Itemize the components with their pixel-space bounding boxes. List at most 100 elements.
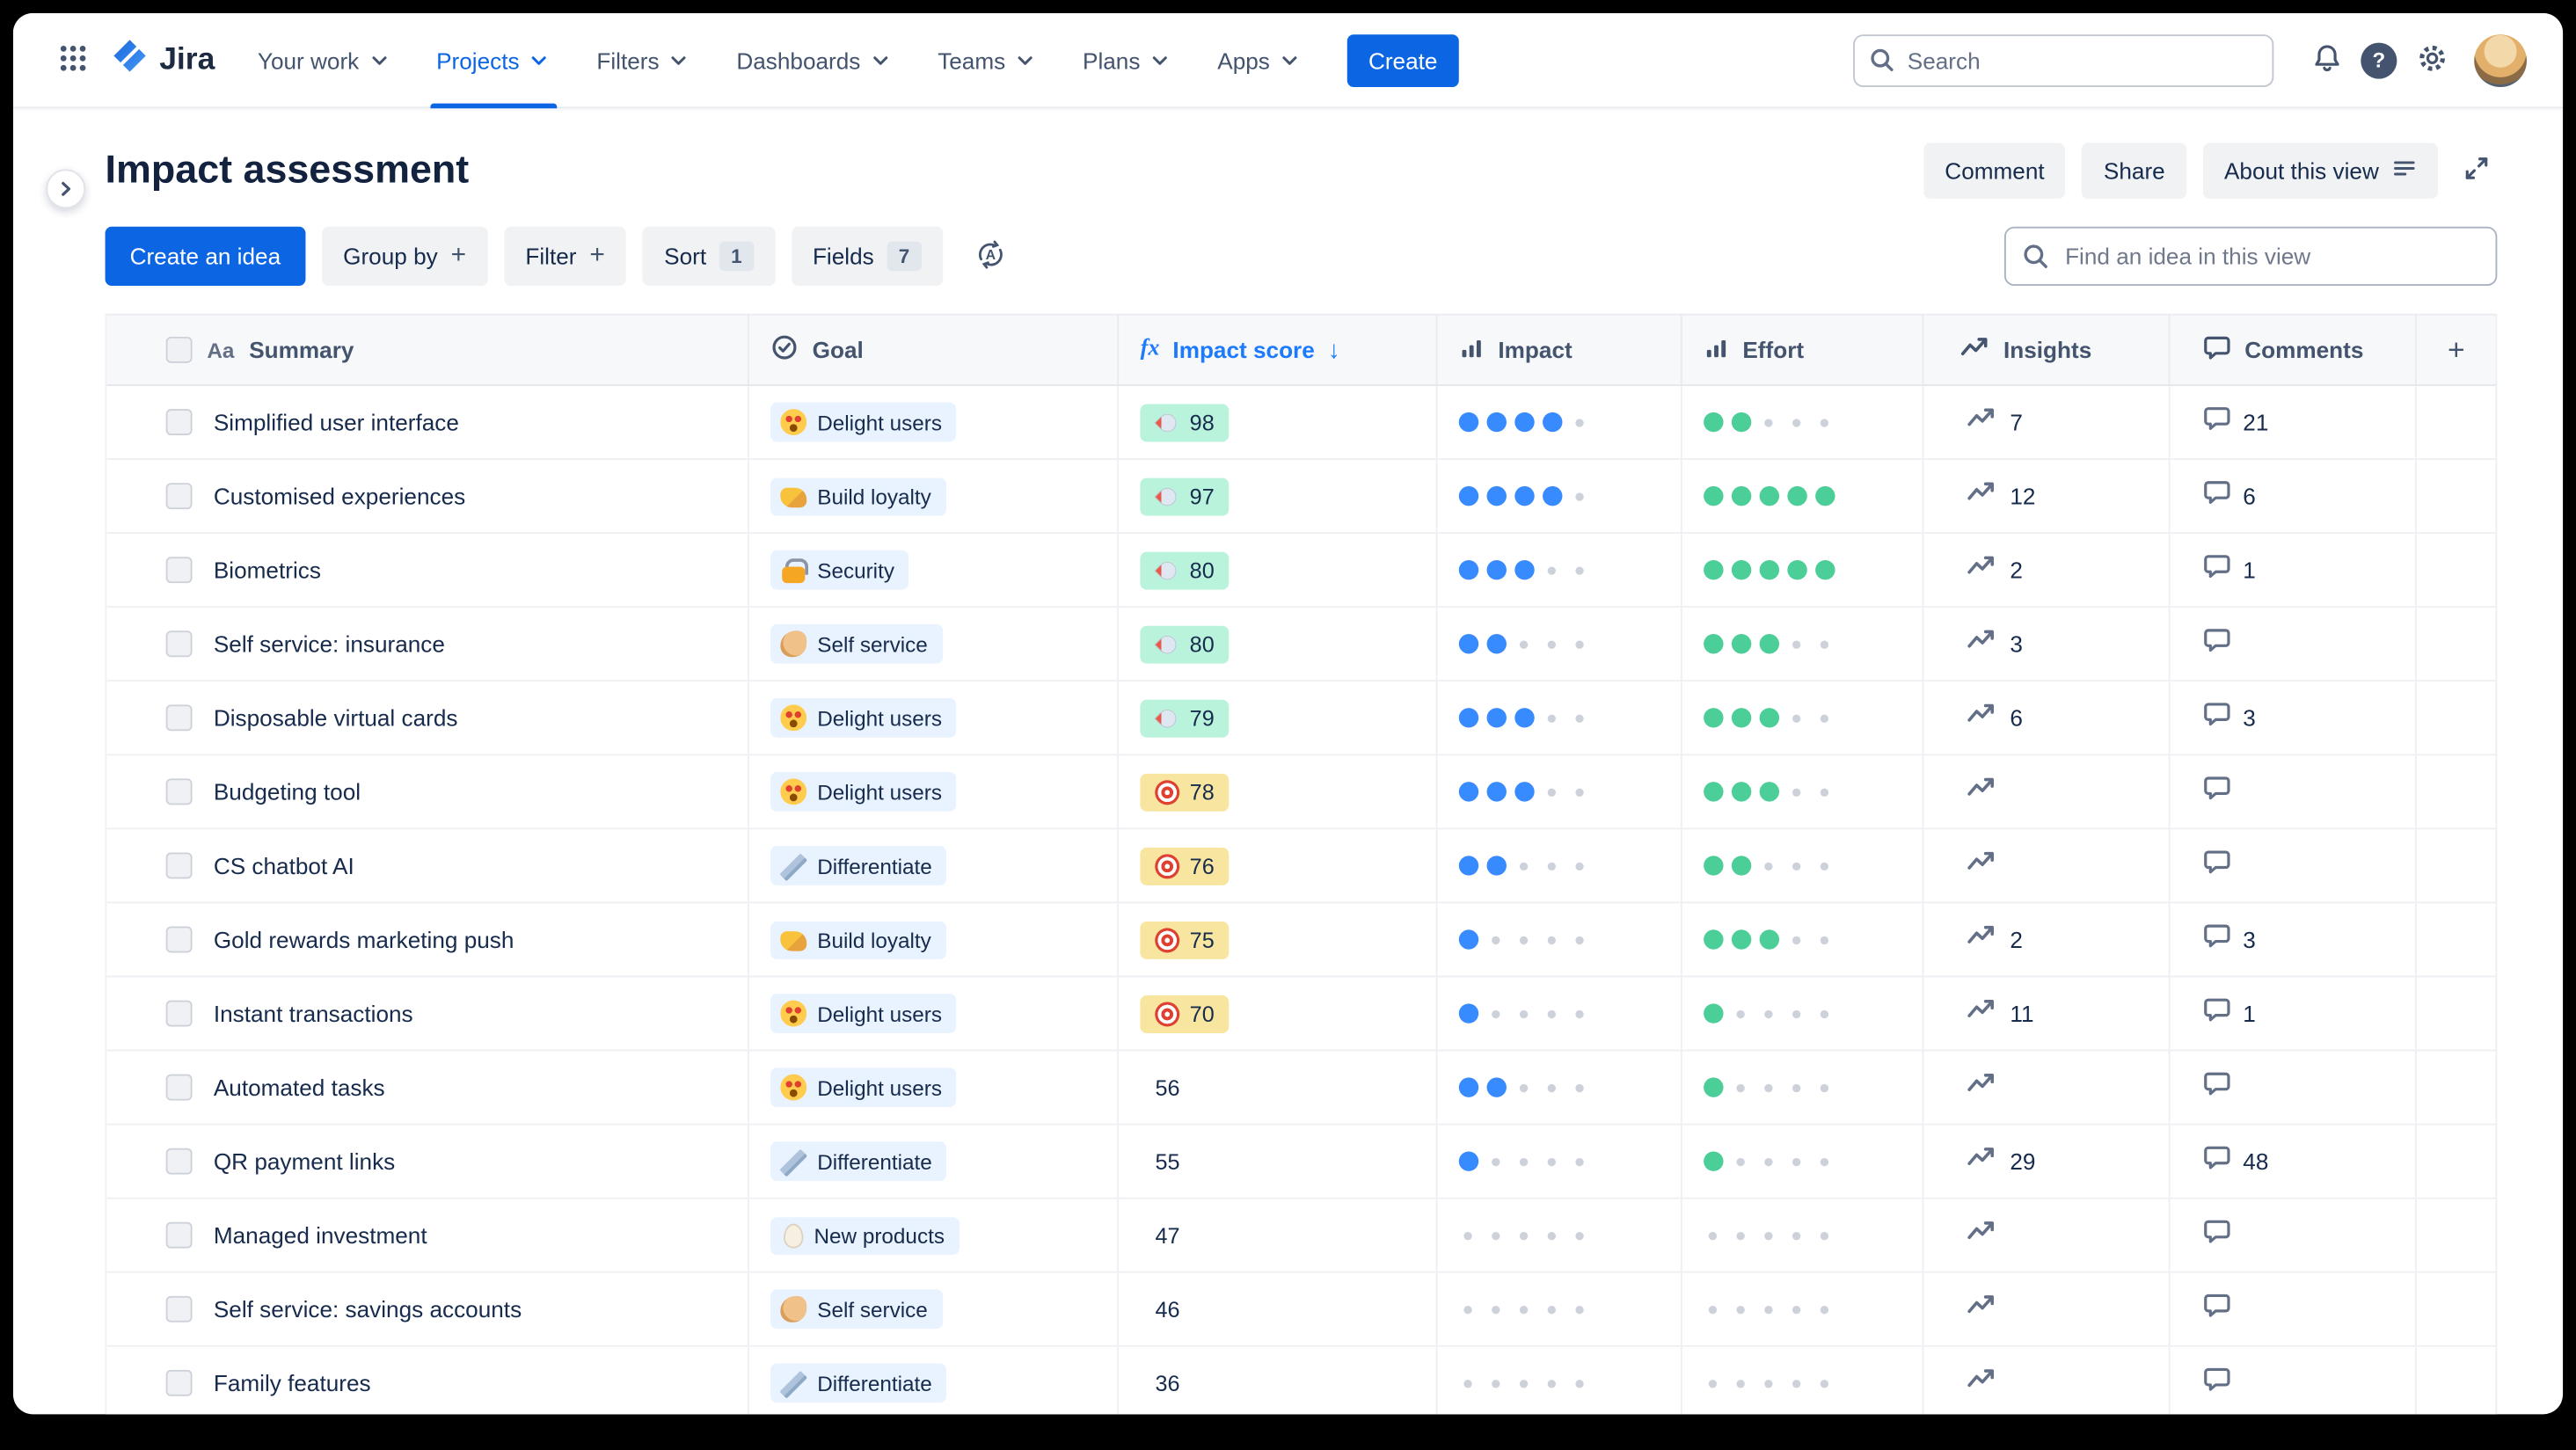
insights-cell[interactable] — [1924, 1199, 2171, 1271]
nav-item-teams[interactable]: Teams — [938, 13, 1037, 107]
add-column-button[interactable]: + — [2417, 316, 2496, 384]
impact-dot[interactable] — [1514, 1151, 1534, 1170]
column-header-impact-score[interactable]: fx Impact score ↓ — [1119, 315, 1438, 385]
effort-dot[interactable] — [1814, 1226, 1834, 1245]
table-row[interactable]: Gold rewards marketing push Build loyalt… — [106, 903, 2496, 978]
goal-chip[interactable]: Delight users — [770, 402, 957, 442]
impact-rating-cell[interactable] — [1437, 1199, 1682, 1271]
effort-rating-cell[interactable] — [1682, 1346, 1925, 1415]
impact-dot[interactable] — [1543, 1077, 1562, 1097]
impact-dot[interactable] — [1571, 634, 1590, 653]
goal-chip[interactable]: Differentiate — [770, 846, 947, 885]
impact-dot[interactable] — [1458, 1300, 1478, 1319]
effort-dot[interactable] — [1787, 1373, 1806, 1393]
impact-dot[interactable] — [1458, 782, 1478, 801]
effort-dot[interactable] — [1759, 1077, 1778, 1097]
effort-rating-cell[interactable] — [1682, 1125, 1925, 1198]
impact-dot[interactable] — [1571, 1373, 1590, 1393]
impact-dot[interactable] — [1571, 1300, 1590, 1319]
impact-dot[interactable] — [1486, 1373, 1506, 1393]
effort-dot[interactable] — [1731, 1300, 1750, 1319]
impact-dot[interactable] — [1458, 708, 1478, 727]
create-idea-button[interactable]: Create an idea — [105, 226, 306, 287]
row-checkbox[interactable] — [165, 852, 193, 879]
comments-cell[interactable] — [2171, 829, 2417, 902]
effort-dot[interactable] — [1731, 1226, 1750, 1245]
effort-dot[interactable] — [1731, 1077, 1750, 1097]
effort-dot[interactable] — [1814, 708, 1834, 727]
app-switcher-button[interactable] — [46, 33, 99, 86]
effort-dot[interactable] — [1759, 856, 1778, 875]
impact-dot[interactable] — [1486, 1151, 1506, 1170]
impact-rating-cell[interactable] — [1437, 1051, 1682, 1124]
table-row[interactable]: Self service: insurance Self service 80 … — [106, 608, 2496, 682]
effort-dot[interactable] — [1787, 929, 1806, 949]
notifications-button[interactable] — [2300, 33, 2353, 86]
nav-item-filters[interactable]: Filters — [596, 13, 690, 107]
effort-dot[interactable] — [1731, 634, 1750, 653]
rank-order-button[interactable]: A — [962, 229, 1018, 285]
nav-item-plans[interactable]: Plans — [1083, 13, 1171, 107]
goal-chip[interactable]: Delight users — [770, 1067, 957, 1108]
effort-rating-cell[interactable] — [1682, 385, 1925, 459]
impact-dot[interactable] — [1486, 708, 1506, 727]
comments-cell[interactable] — [2171, 1346, 2417, 1415]
impact-dot[interactable] — [1486, 856, 1506, 875]
comments-cell[interactable] — [2171, 608, 2417, 681]
effort-rating-cell[interactable] — [1682, 681, 1925, 754]
idea-summary[interactable]: Self service: insurance — [214, 630, 445, 657]
impact-rating-cell[interactable] — [1437, 460, 1682, 533]
create-button[interactable]: Create — [1346, 33, 1459, 87]
comment-button[interactable]: Comment — [1923, 142, 2066, 200]
effort-dot[interactable] — [1787, 1077, 1806, 1097]
effort-dot[interactable] — [1703, 1077, 1722, 1097]
goal-chip[interactable]: Self service — [770, 623, 943, 664]
jira-logo[interactable]: Jira — [112, 38, 215, 82]
impact-dot[interactable] — [1514, 782, 1534, 801]
goal-chip[interactable]: Build loyalty — [770, 477, 946, 515]
idea-summary[interactable]: Managed investment — [214, 1222, 427, 1249]
row-checkbox[interactable] — [165, 557, 193, 584]
impact-dot[interactable] — [1543, 1003, 1562, 1023]
row-checkbox[interactable] — [165, 926, 193, 953]
select-all-checkbox[interactable] — [165, 336, 193, 363]
effort-dot[interactable] — [1731, 560, 1750, 579]
table-row[interactable]: Managed investment New products 47 — [106, 1199, 2496, 1273]
impact-dot[interactable] — [1458, 412, 1478, 432]
impact-dot[interactable] — [1571, 560, 1590, 579]
effort-dot[interactable] — [1787, 708, 1806, 727]
goal-chip[interactable]: Delight users — [770, 771, 957, 812]
effort-dot[interactable] — [1814, 1077, 1834, 1097]
effort-dot[interactable] — [1787, 560, 1806, 579]
effort-dot[interactable] — [1731, 1003, 1750, 1023]
nav-item-projects[interactable]: Projects — [429, 13, 557, 108]
effort-dot[interactable] — [1731, 1151, 1750, 1170]
idea-summary[interactable]: CS chatbot AI — [214, 852, 354, 878]
impact-rating-cell[interactable] — [1437, 829, 1682, 902]
effort-dot[interactable] — [1731, 929, 1750, 949]
idea-summary[interactable]: Instant transactions — [214, 1001, 413, 1027]
effort-dot[interactable] — [1703, 1003, 1722, 1023]
goal-chip[interactable]: Differentiate — [770, 1141, 947, 1182]
impact-rating-cell[interactable] — [1437, 681, 1682, 754]
column-header-comments[interactable]: Comments — [2171, 315, 2418, 385]
impact-dot[interactable] — [1458, 1226, 1478, 1245]
effort-dot[interactable] — [1787, 1151, 1806, 1170]
insights-cell[interactable]: 2 — [1924, 903, 2171, 976]
effort-dot[interactable] — [1814, 412, 1834, 432]
sort-button[interactable]: Sort 1 — [642, 226, 775, 287]
column-header-goal[interactable]: Goal — [750, 315, 1120, 385]
column-header-insights[interactable]: Insights — [1924, 315, 2171, 385]
comments-cell[interactable] — [2171, 1051, 2417, 1124]
table-row[interactable]: CS chatbot AI Differentiate 76 — [106, 829, 2496, 904]
effort-dot[interactable] — [1814, 1003, 1834, 1023]
table-row[interactable]: Customised experiences Build loyalty 97 … — [106, 460, 2496, 535]
table-row[interactable]: Instant transactions Delight users 70 11… — [106, 977, 2496, 1052]
impact-dot[interactable] — [1486, 929, 1506, 949]
comments-cell[interactable]: 48 — [2171, 1125, 2417, 1198]
effort-dot[interactable] — [1814, 486, 1834, 506]
row-checkbox[interactable] — [165, 1074, 193, 1101]
impact-dot[interactable] — [1486, 486, 1506, 506]
goal-chip[interactable]: Security — [770, 550, 909, 590]
fields-button[interactable]: Fields 7 — [791, 226, 943, 287]
